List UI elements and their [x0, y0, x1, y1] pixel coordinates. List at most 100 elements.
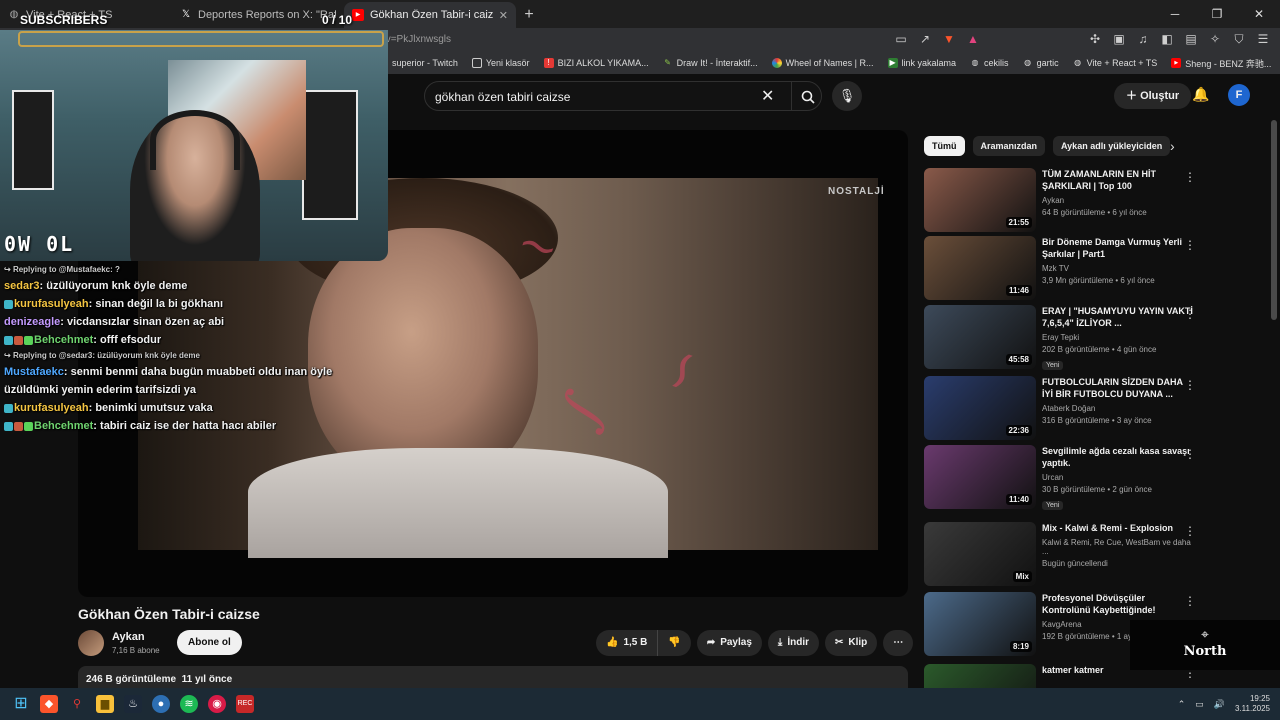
leo-icon[interactable]: ✧ — [1208, 32, 1222, 46]
recommendation-channel[interactable]: Eray Tepki — [1042, 333, 1194, 342]
bookmark-item[interactable]: ◍ cekilis — [970, 58, 1009, 68]
minimize-button[interactable]: ─ — [1154, 0, 1196, 28]
location-pin-icon[interactable]: ⚲ — [68, 695, 86, 713]
more-vert-icon[interactable]: ⋮ — [1184, 594, 1196, 608]
close-tab-icon[interactable]: ✕ — [499, 9, 508, 22]
recommendation-item[interactable]: 11:40 Sevgilimle ağda cezalı kasa savaşı … — [924, 445, 1224, 510]
chevron-up-icon[interactable]: ⌃ — [1178, 699, 1186, 710]
recommendation-channel[interactable]: Urcan — [1042, 473, 1194, 482]
recommendation-thumbnail[interactable]: 11:40 — [924, 445, 1036, 509]
speaker-icon[interactable]: 🔊 — [1214, 699, 1225, 710]
chat-username[interactable]: Mustafaekc — [4, 366, 64, 378]
bookmark-item[interactable]: ! BIZI ALKOL YIKAMA... — [543, 58, 649, 68]
recommendation-item[interactable]: 11:46 Bir Döneme Damga Vurmuş Yerli Şarkı… — [924, 236, 1224, 300]
extensions-icon[interactable]: ✣ — [1088, 32, 1102, 46]
chip-all[interactable]: Tümü — [924, 136, 965, 156]
notifications-bell-icon[interactable]: 🔔 — [1192, 86, 1209, 103]
brave-rewards-icon[interactable]: ▲ — [966, 32, 980, 46]
voice-search-button[interactable]: 🎙 — [832, 81, 862, 111]
clear-search-icon[interactable]: ✕ — [761, 86, 774, 106]
windows-start-icon[interactable]: ⊞ — [12, 695, 30, 713]
file-explorer-icon[interactable]: ▆ — [96, 695, 114, 713]
bookmark-item[interactable]: ▶ link yakalama — [887, 58, 956, 68]
monitor-icon[interactable]: ▭ — [1195, 699, 1204, 710]
brave-browser-icon[interactable]: ◆ — [40, 695, 58, 713]
bookmark-item[interactable]: ▶ Sheng - BENZ 奔驰... — [1171, 57, 1271, 70]
more-vert-icon[interactable]: ⋮ — [1184, 238, 1196, 252]
search-button[interactable] — [791, 82, 823, 110]
sidebar-icon[interactable]: ◧ — [1160, 32, 1174, 46]
recommendation-title[interactable]: ERAY | "HUSAMYUYU YAYIN VAKTİ 7,6,5,4" İ… — [1042, 305, 1194, 329]
maximize-button[interactable]: ❐ — [1196, 0, 1238, 28]
recommendation-thumbnail[interactable]: Mix — [924, 522, 1036, 586]
recommendation-channel[interactable]: Mzk TV — [1042, 264, 1194, 273]
chevron-right-icon[interactable]: › — [1170, 138, 1175, 154]
recommendation-thumbnail[interactable]: 45:58 — [924, 305, 1036, 369]
recommendation-channel[interactable]: Kalwi & Remi, Re Cue, WestBam ve daha ..… — [1042, 538, 1194, 556]
bookmark-item[interactable]: Wheel of Names | R... — [771, 58, 874, 68]
bookmark-item[interactable]: superior - Twitch — [392, 58, 458, 68]
like-button[interactable]: 👍 1,5 B — [596, 630, 658, 656]
recommendation-title[interactable]: Bir Döneme Damga Vurmuş Yerli Şarkılar |… — [1042, 236, 1194, 260]
recommendation-item[interactable]: 21:55 TÜM ZAMANLARIN EN HİT ŞARKILARI | T… — [924, 168, 1224, 232]
tab-x[interactable]: 𝕏 Deportes Reports on X: "Rafa Silva ve.… — [172, 2, 344, 28]
app-circle-icon[interactable]: ● — [152, 695, 170, 713]
recommendation-item[interactable]: Mix Mix - Kalwi & Remi - Explosion Kalwi &… — [924, 522, 1224, 586]
recommendation-title[interactable]: Mix - Kalwi & Remi - Explosion — [1042, 522, 1194, 534]
share-button[interactable]: ➦ Paylaş — [696, 630, 762, 656]
music-icon[interactable]: ♫ — [1136, 32, 1150, 46]
description-box[interactable]: 246 B görüntüleme 11 yıl önce — [78, 666, 908, 690]
recommendation-title[interactable]: TÜM ZAMANLARIN EN HİT ŞARKILARI | Top 10… — [1042, 168, 1194, 192]
channel-avatar[interactable] — [78, 630, 104, 656]
recommendation-title[interactable]: Profesyonel Dövüşçüler Kontrolünü Kaybet… — [1042, 592, 1194, 616]
bookmark-item[interactable]: ✎ Draw It! - İnteraktif... — [663, 58, 757, 68]
chat-username[interactable]: Behcehmet — [34, 334, 93, 346]
more-vert-icon[interactable]: ⋮ — [1184, 447, 1196, 461]
bookmark-item[interactable]: ◍ gartic — [1023, 58, 1059, 68]
recommendation-title[interactable]: Sevgilimle ağda cezalı kasa savaşı yaptı… — [1042, 445, 1194, 469]
vpn-icon[interactable]: ⛉ — [1232, 32, 1246, 46]
create-button[interactable]: ＋ Oluştur — [1114, 83, 1192, 109]
recommendation-channel[interactable]: Aykan — [1042, 196, 1194, 205]
recommendation-item[interactable]: 45:58 ERAY | "HUSAMYUYU YAYIN VAKTİ 7,6,5… — [924, 305, 1224, 370]
menu-icon[interactable]: ☰ — [1256, 32, 1270, 46]
recommendation-thumbnail[interactable]: 21:55 — [924, 168, 1036, 232]
clip-button[interactable]: ✂ Klip — [825, 630, 878, 656]
new-tab-button[interactable]: + — [516, 2, 542, 28]
chat-username[interactable]: kurufasulyeah — [14, 298, 89, 310]
spotify-icon[interactable]: ≋ — [180, 695, 198, 713]
red-app-icon[interactable]: ◉ — [208, 695, 226, 713]
more-vert-icon[interactable]: ⋮ — [1184, 378, 1196, 392]
chat-username[interactable]: kurufasulyeah — [14, 402, 89, 414]
steam-icon[interactable]: ♨ — [124, 695, 142, 713]
wallet-icon[interactable]: ▤ — [1184, 32, 1198, 46]
subscribe-button[interactable]: Abone ol — [177, 630, 242, 655]
recommendation-item[interactable]: 22:36 FUTBOLCULARIN SİZDEN DAHA İYİ BİR F… — [924, 376, 1224, 440]
screenshot-icon[interactable]: ▣ — [1112, 32, 1126, 46]
dislike-button[interactable]: 👎 — [657, 630, 691, 656]
more-vert-icon[interactable]: ⋮ — [1184, 307, 1196, 321]
recommendation-thumbnail[interactable]: 8:19 — [924, 592, 1036, 656]
search-input[interactable]: gökhan özen tabiri caizse — [435, 90, 570, 104]
chip-from-uploader[interactable]: Aykan adlı yükleyiciden — [1053, 136, 1171, 156]
chat-username[interactable]: denizeagle — [4, 316, 60, 328]
close-window-button[interactable]: ✕ — [1238, 0, 1280, 28]
more-vert-icon[interactable]: ⋮ — [1184, 170, 1196, 184]
install-icon[interactable]: ▭ — [894, 32, 908, 46]
tab-youtube[interactable]: ▶ Gökhan Özen Tabir-i caizse - ✕ — [344, 2, 516, 28]
channel-name[interactable]: Aykan — [112, 631, 145, 643]
more-vert-icon[interactable]: ⋮ — [1184, 524, 1196, 538]
recommendation-title[interactable]: FUTBOLCULARIN SİZDEN DAHA İYİ BİR FUTBOL… — [1042, 376, 1194, 400]
search-box[interactable]: gökhan özen tabiri caizse ✕ — [424, 81, 822, 111]
obs-icon[interactable]: REC — [236, 695, 254, 713]
clock[interactable]: 19:25 3.11.2025 — [1235, 694, 1270, 714]
bookmark-item[interactable]: ◍ Vite + React + TS — [1073, 58, 1157, 68]
recommendation-thumbnail[interactable]: 11:46 — [924, 236, 1036, 300]
chat-username[interactable]: Behcehmet — [34, 420, 93, 432]
bookmark-folder[interactable]: Yeni klasör — [471, 58, 530, 68]
download-button[interactable]: ⤓ İndir — [767, 630, 819, 656]
chip-from-search[interactable]: Aramanızdan — [972, 136, 1046, 156]
share-icon[interactable]: ↗ — [918, 32, 932, 46]
chat-username[interactable]: sedar3 — [4, 280, 39, 292]
recommendation-channel[interactable]: Ataberk Doğan — [1042, 404, 1194, 413]
